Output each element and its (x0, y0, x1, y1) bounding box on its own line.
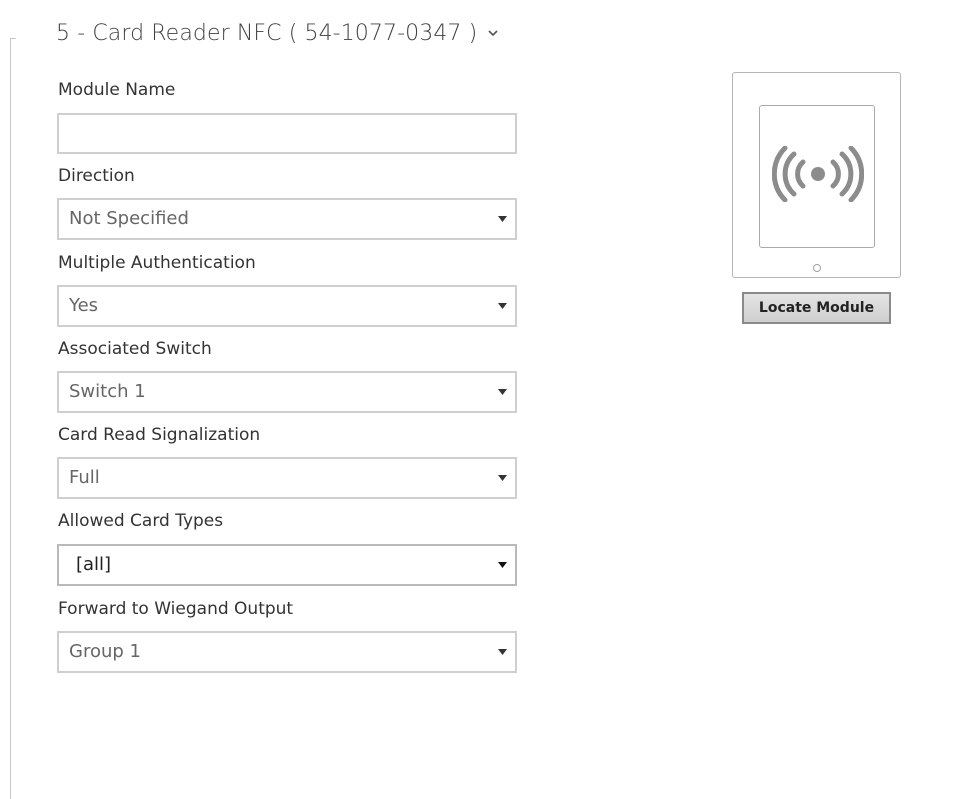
module-device-preview (732, 72, 901, 278)
section-frame-line (10, 38, 11, 799)
direction-label: Direction (58, 166, 135, 186)
chevron-down-icon (488, 30, 498, 37)
card-read-signalization-select[interactable]: Full (57, 457, 517, 499)
dropdown-arrow-icon (498, 649, 507, 655)
device-led-indicator (813, 264, 821, 272)
locate-module-button[interactable]: Locate Module (742, 292, 891, 324)
module-name-label: Module Name (58, 80, 176, 100)
module-name-input[interactable] (57, 113, 517, 154)
forward-to-wiegand-label: Forward to Wiegand Output (58, 599, 294, 619)
card-read-signalization-label: Card Read Signalization (58, 425, 261, 445)
module-title: 5 - Card Reader NFC ( 54-1077-0347 ) (56, 20, 478, 46)
allowed-card-types-label: Allowed Card Types (58, 511, 224, 531)
multiple-authentication-value: Yes (69, 295, 99, 316)
module-section-header[interactable]: 5 - Card Reader NFC ( 54-1077-0347 ) (56, 18, 499, 48)
dropdown-arrow-icon (498, 389, 507, 395)
associated-switch-label: Associated Switch (58, 339, 212, 359)
direction-select[interactable]: Not Specified (57, 198, 517, 240)
device-screen (759, 105, 875, 248)
dropdown-arrow-icon (498, 562, 507, 568)
direction-value: Not Specified (69, 208, 189, 229)
forward-to-wiegand-value: Group 1 (69, 641, 141, 662)
section-frame-corner (10, 38, 16, 39)
nfc-icon (772, 146, 864, 202)
allowed-card-types-value: [all] (76, 554, 112, 575)
dropdown-arrow-icon (498, 475, 507, 481)
forward-to-wiegand-select[interactable]: Group 1 (57, 631, 517, 673)
associated-switch-value: Switch 1 (69, 381, 146, 402)
card-read-signalization-value: Full (69, 467, 100, 488)
multiple-authentication-select[interactable]: Yes (57, 285, 517, 327)
dropdown-arrow-icon (498, 216, 507, 222)
allowed-card-types-select[interactable]: [all] (57, 544, 517, 586)
multiple-authentication-label: Multiple Authentication (58, 253, 256, 273)
associated-switch-select[interactable]: Switch 1 (57, 371, 517, 413)
dropdown-arrow-icon (498, 303, 507, 309)
